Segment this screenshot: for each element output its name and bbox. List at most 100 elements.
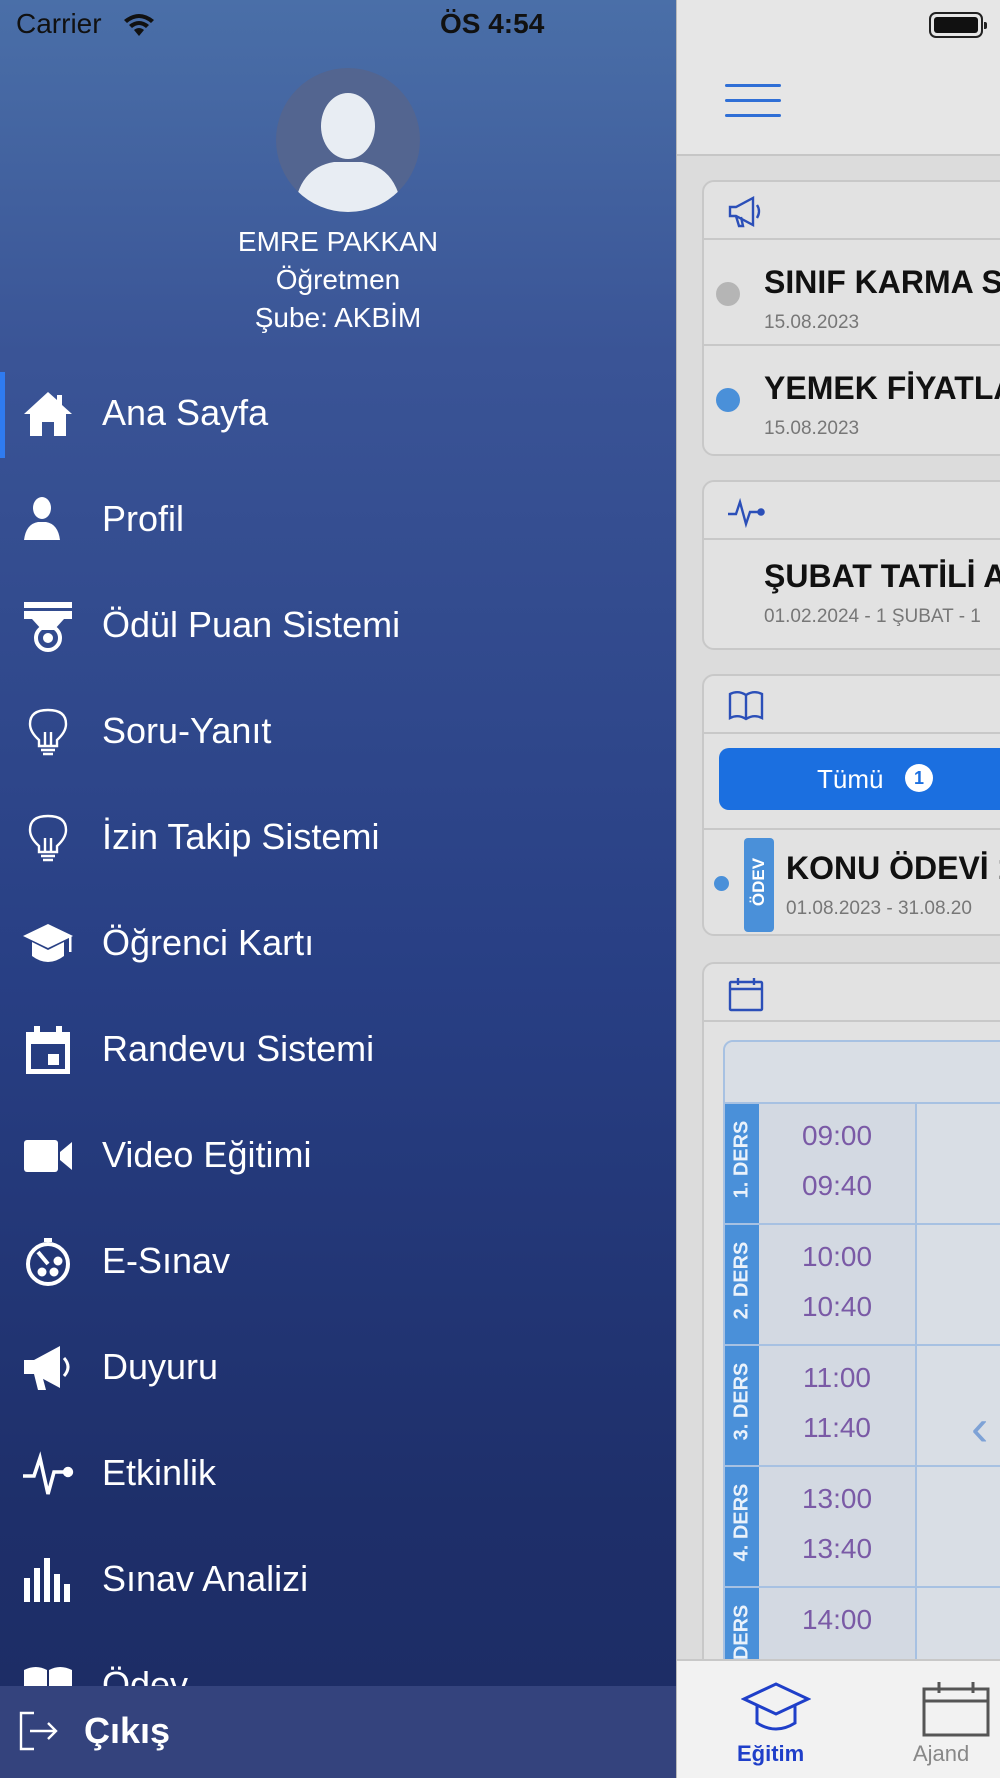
unread-dot <box>714 876 729 891</box>
lesson-label: 1. DERS <box>725 1104 759 1223</box>
timetable-header <box>725 1042 1000 1104</box>
menu-label: E-Sınav <box>102 1240 231 1281</box>
lesson-label: 2. DERS <box>725 1225 759 1344</box>
graduation-cap-icon <box>23 924 73 962</box>
menu-item-izin-takip[interactable]: İzin Takip Sistemi <box>0 786 676 892</box>
menu-label: Sınav Analizi <box>102 1558 309 1599</box>
calendar-icon <box>922 1682 990 1737</box>
bar-chart-icon <box>24 1558 70 1602</box>
menu-label: İzin Takip Sistemi <box>102 816 380 857</box>
person-icon <box>24 497 60 540</box>
graduation-cap-icon <box>741 1682 811 1731</box>
event-item[interactable]: ŞUBAT TATİLİ A 01.02.2024 - 1 ŞUBAT - 1 <box>704 540 1000 646</box>
avatar[interactable] <box>276 68 420 212</box>
announcement-item[interactable]: YEMEK FİYATLA 15.08.2023 <box>704 346 1000 452</box>
menu-label: Duyuru <box>102 1346 219 1387</box>
lightbulb-icon <box>28 814 68 862</box>
menu-label: Etkinlik <box>102 1452 217 1493</box>
user-name: EMRE PAKKAN <box>237 226 439 257</box>
user-branch: Şube: AKBİM <box>254 302 422 333</box>
battery-icon <box>929 12 987 38</box>
menu-item-odul-puan[interactable]: Ödül Puan Sistemi <box>0 574 676 680</box>
user-silhouette-icon <box>294 93 402 212</box>
unread-dot <box>716 282 740 306</box>
home-icon <box>24 392 72 436</box>
calendar-icon <box>26 1026 70 1074</box>
menu-label: Profil <box>102 498 185 539</box>
tab-ajanda[interactable]: Ajand <box>909 1669 1000 1773</box>
pulse-icon[interactable] <box>726 492 766 532</box>
announcements-card: SINIF KARMA S 15.08.2023 YEMEK FİYATLA 1… <box>702 180 1000 456</box>
status-time: ÖS 4:54 <box>440 8 545 39</box>
lesson-start-time: 13:00 <box>801 1483 873 1514</box>
megaphone-icon[interactable] <box>726 192 766 232</box>
top-navigation-bar <box>677 0 1000 156</box>
award-icon <box>24 602 72 652</box>
menu-label: Video Eğitimi <box>102 1134 312 1175</box>
calendar-icon[interactable] <box>726 974 766 1014</box>
tab-label: Eğitim <box>737 1741 805 1766</box>
menu-item-soru-yanit[interactable]: Soru-Yanıt <box>0 680 676 786</box>
lesson-label: 3. DERS <box>725 1346 759 1465</box>
pulse-icon <box>23 1451 74 1495</box>
announcement-date: 15.08.2023 <box>764 418 860 439</box>
lesson-end-time: 11:40 <box>803 1412 871 1443</box>
tab-bar: Eğitim Ajand <box>677 1659 1000 1778</box>
announcement-item[interactable]: SINIF KARMA S 15.08.2023 <box>704 240 1000 346</box>
menu-item-e-sinav[interactable]: E-Sınav <box>0 1210 676 1316</box>
logout-icon <box>19 1711 58 1751</box>
all-filter-label: Tümü <box>817 764 884 794</box>
tab-label: Ajand <box>913 1741 970 1766</box>
all-filter-button[interactable]: Tümü 1 <box>719 748 1000 810</box>
menu-label: Soru-Yanıt <box>102 710 272 751</box>
lesson-label: 4. DERS <box>725 1467 759 1586</box>
lesson-end-time: 09:40 <box>801 1170 873 1201</box>
event-title: ŞUBAT TATİLİ A <box>764 558 1000 594</box>
homework-tag: ÖDEV <box>744 838 774 932</box>
timetable-row: 4. DERS 13:00 13:40 <box>725 1467 1000 1588</box>
carrier-label: Carrier <box>16 8 102 39</box>
event-date: 01.02.2024 - 1 ŞUBAT - 1 <box>764 606 981 627</box>
menu-label: Öğrenci Kartı <box>102 922 315 963</box>
menu-item-ogrenci-karti[interactable]: Öğrenci Kartı <box>0 892 676 998</box>
menu-item-video-egitimi[interactable]: Video Eğitimi <box>0 1104 676 1210</box>
menu-item-sinav-analizi[interactable]: Sınav Analizi <box>0 1528 676 1634</box>
count-badge: 1 <box>905 764 933 792</box>
wifi-icon <box>124 14 154 36</box>
menu-label: Randevu Sistemi <box>102 1028 375 1069</box>
homework-date: 01.08.2023 - 31.08.20 <box>786 898 972 919</box>
menu-item-etkinlik[interactable]: Etkinlik <box>0 1422 676 1528</box>
announcement-title: SINIF KARMA S <box>764 264 1000 300</box>
lesson-end-time: 13:40 <box>801 1533 873 1564</box>
timetable: 1. DERS 09:00 09:40 2. DERS 10:00 10:40 … <box>723 1040 1000 1740</box>
menu-item-profil[interactable]: Profil <box>0 468 676 574</box>
lesson-start-time: 10:00 <box>801 1241 873 1272</box>
homework-title: KONU ÖDEVİ 1 <box>786 850 1000 886</box>
timetable-row: 3. DERS 11:00 11:40 <box>725 1346 1000 1467</box>
logout-label: Çıkış <box>84 1710 171 1751</box>
book-icon[interactable] <box>726 686 766 726</box>
homework-card: Tümü 1 ÖDEV KONU ÖDEVİ 1 01.08.2023 - 31… <box>702 674 1000 936</box>
side-drawer: Carrier ÖS 4:54 EMRE PAKKAN Öğretmen Şub… <box>0 0 676 1778</box>
logout-button[interactable]: Çıkış <box>0 1686 676 1778</box>
menu-item-randevu[interactable]: Randevu Sistemi <box>0 998 676 1104</box>
timetable-row: 1. DERS 09:00 09:40 <box>725 1104 1000 1225</box>
main-content: SINIF KARMA S 15.08.2023 YEMEK FİYATLA 1… <box>676 0 1000 1778</box>
menu-item-ana-sayfa[interactable]: Ana Sayfa <box>0 362 676 468</box>
menu-item-duyuru[interactable]: Duyuru <box>0 1316 676 1422</box>
unread-dot <box>716 388 740 412</box>
previous-day-arrow[interactable]: ‹ <box>971 1398 988 1458</box>
homework-item[interactable]: ÖDEV KONU ÖDEVİ 1 01.08.2023 - 31.08.20 <box>704 828 1000 934</box>
lesson-end-time: 10:40 <box>801 1291 873 1322</box>
lesson-start-time: 14:00 <box>801 1604 873 1635</box>
menu-label: Ödül Puan Sistemi <box>102 604 401 645</box>
menu-label: Ana Sayfa <box>102 392 269 433</box>
hamburger-menu-icon[interactable] <box>725 84 781 118</box>
timer-icon <box>26 1238 70 1286</box>
lesson-start-time: 09:00 <box>801 1120 873 1151</box>
lesson-start-time: 11:00 <box>803 1362 871 1393</box>
tab-egitim[interactable]: Eğitim <box>717 1669 837 1773</box>
announcement-date: 15.08.2023 <box>764 312 860 333</box>
timetable-row: 2. DERS 10:00 10:40 <box>725 1225 1000 1346</box>
video-camera-icon <box>24 1140 72 1172</box>
